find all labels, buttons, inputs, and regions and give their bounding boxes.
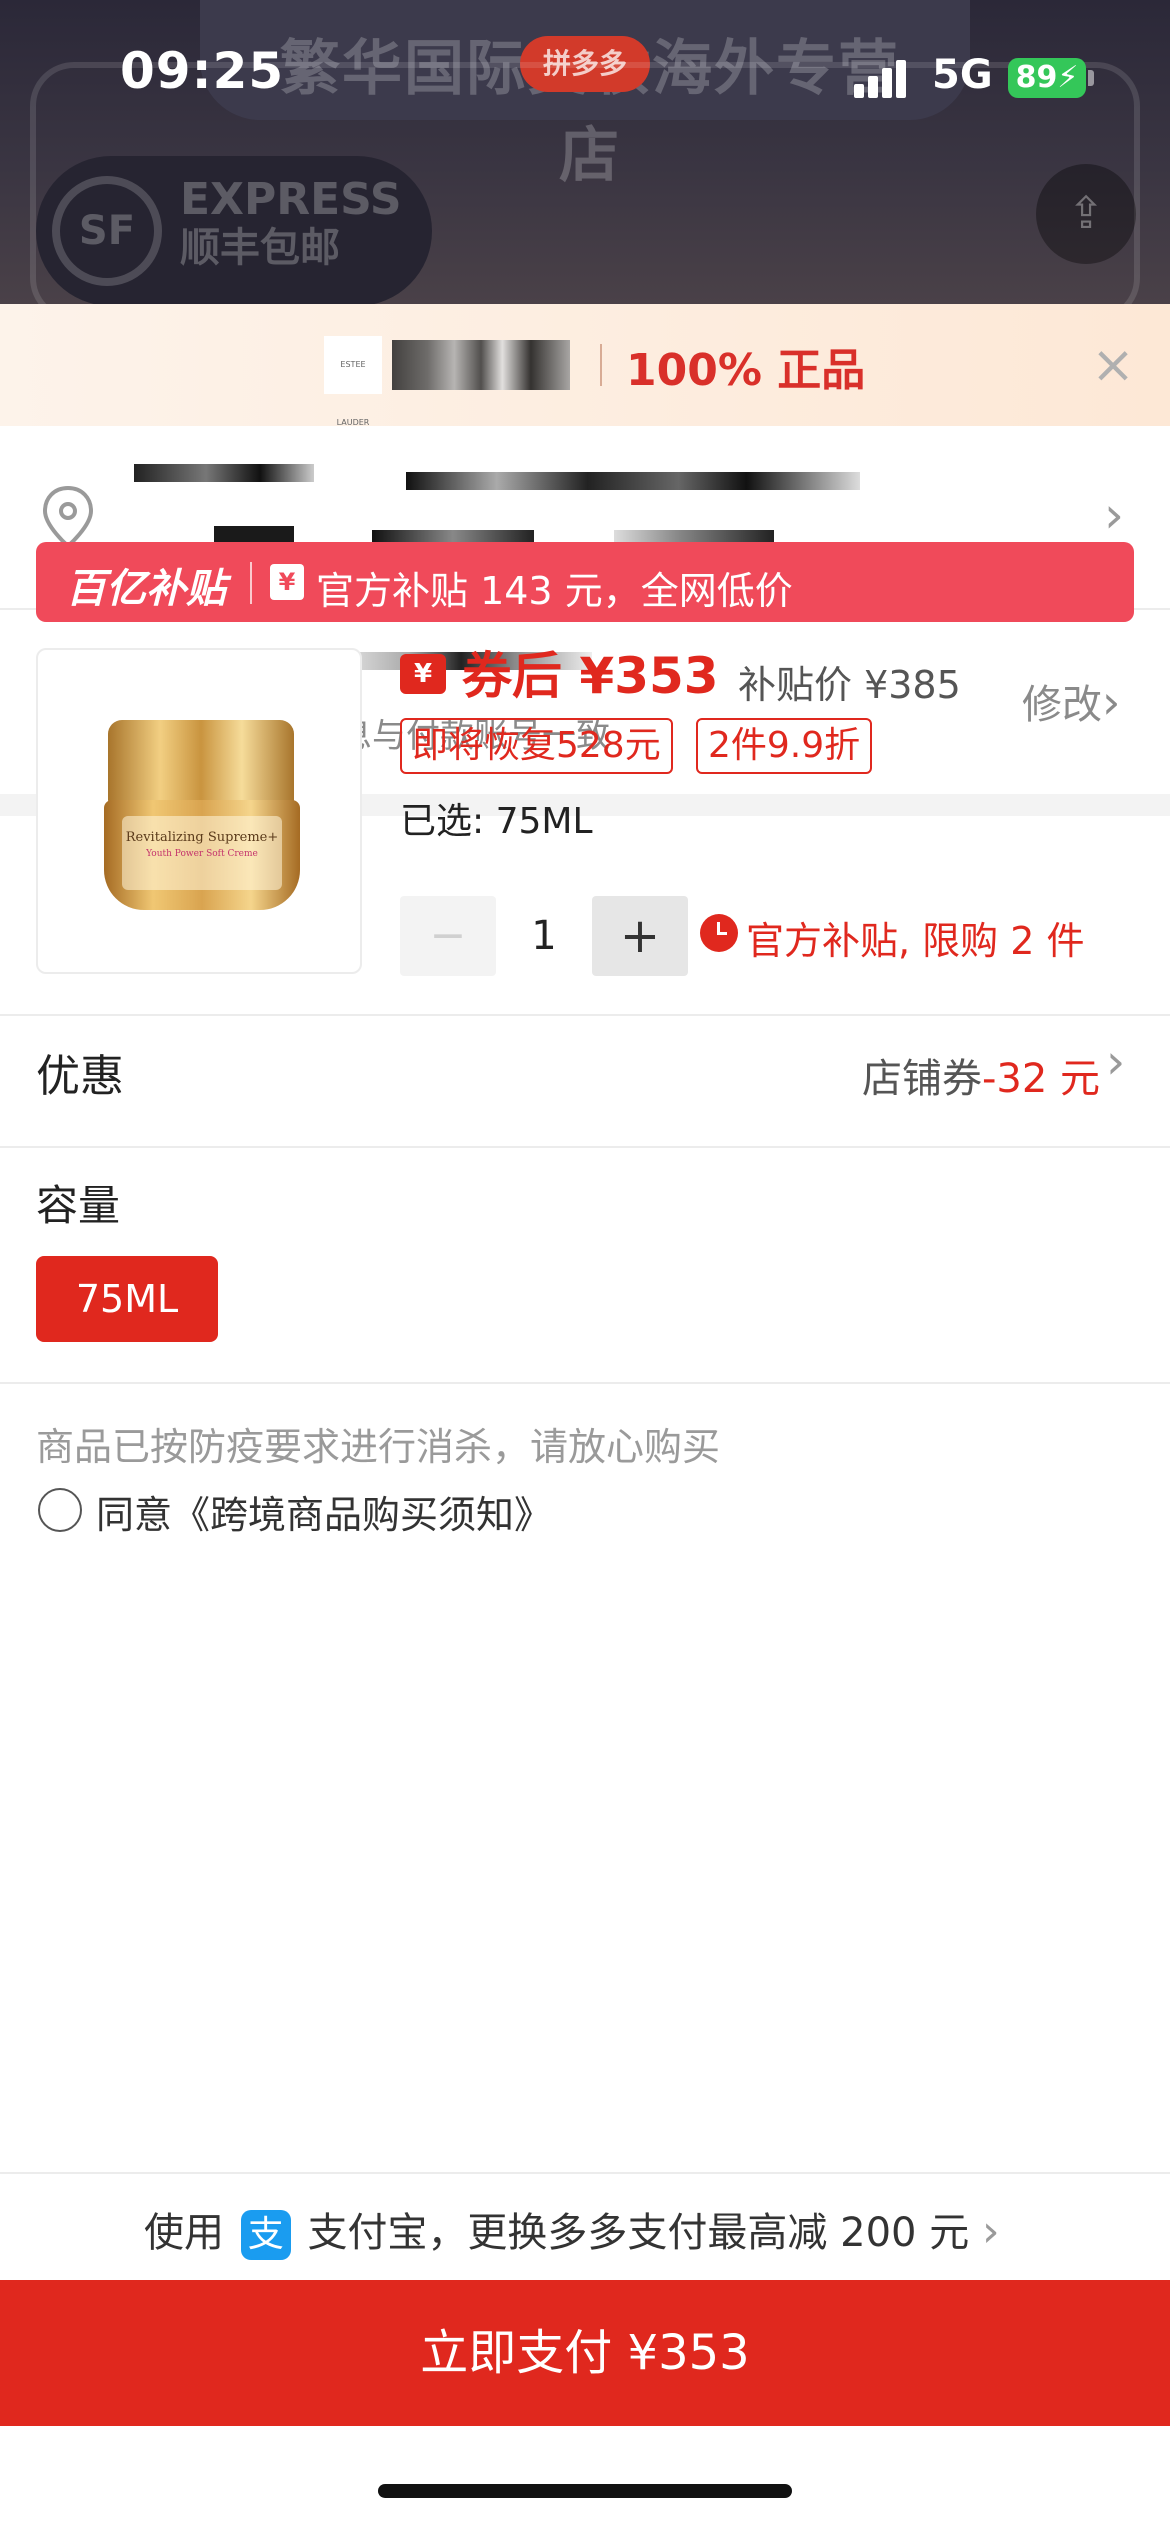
express-text: EXPRESS 顺丰包邮	[180, 176, 402, 272]
divider	[0, 2172, 1170, 2174]
discount-tag: 2件9.9折	[696, 718, 873, 774]
authentic-bar: ESTEE LAUDER 100% 正品 ×	[0, 304, 1170, 427]
subsidy-price: 补贴价 ¥385	[738, 663, 961, 707]
battery-tip	[1088, 70, 1094, 86]
purchase-limit: 官方补贴, 限购 2 件	[746, 919, 1085, 963]
product-image-label: Revitalizing Supreme+ Youth Power Soft C…	[122, 816, 282, 890]
edit-identity-link[interactable]: 修改›	[1022, 672, 1120, 730]
price-after-coupon: 券后 ¥353	[462, 647, 719, 705]
signal-icon	[854, 58, 914, 98]
promo-label: 优惠	[36, 1051, 124, 1102]
quantity-value[interactable]: 1	[496, 896, 592, 976]
subsidy-banner: 百亿补贴 ¥ 官方补贴 143 元，全网低价	[36, 542, 1134, 622]
network-type: 5G	[932, 52, 993, 98]
subsidy-brand: 百亿补贴	[66, 566, 226, 612]
alipay-icon: 支	[240, 2210, 291, 2260]
capacity-option-75ml[interactable]: 75ML	[36, 1256, 218, 1342]
checkout-sheet: ESTEE LAUDER 100% 正品 × › 请确保实名信息与付款账号一致 …	[0, 304, 1170, 2532]
chevron-right-icon: ›	[1106, 1034, 1126, 1090]
chevron-right-icon: ›	[1102, 675, 1121, 729]
home-indicator	[378, 2484, 792, 2498]
close-icon[interactable]: ×	[1090, 339, 1136, 391]
quantity-minus-button[interactable]: −	[400, 896, 496, 976]
restore-price-tag: 即将恢复528元	[400, 718, 673, 774]
promo-row[interactable]: 优惠 店铺券-32 元 ›	[0, 1016, 1170, 1146]
quantity-plus-button[interactable]: +	[592, 896, 688, 976]
brand-name-redacted	[392, 340, 570, 390]
brand-logo: ESTEE LAUDER	[324, 336, 382, 427]
capacity-label: 容量	[36, 1181, 121, 1230]
payment-hint[interactable]: 使用 支 支付宝，更换多多支付最高减 200 元 ›	[144, 2200, 1000, 2260]
status-time: 09:25	[120, 42, 285, 100]
promo-value: 店铺券-32 元	[862, 1046, 1100, 1104]
authentic-label: 100% 正品	[626, 345, 866, 396]
auth-divider	[600, 344, 602, 386]
edit-label: 修改	[1022, 682, 1102, 728]
sf-logo-icon: SF	[52, 176, 162, 286]
address-redacted-1	[134, 464, 314, 482]
location-pin-icon	[42, 485, 94, 549]
product-image[interactable]: Revitalizing Supreme+ Youth Power Soft C…	[36, 648, 362, 974]
coupon-yen-icon: ¥	[270, 564, 304, 600]
clock-icon	[700, 914, 738, 952]
subsidy-separator	[250, 562, 252, 604]
coupon-icon: ¥	[400, 654, 446, 694]
battery-icon: 89⚡	[1008, 58, 1086, 98]
pay-now-button[interactable]: 立即支付 ¥353	[0, 2280, 1170, 2426]
express-line2: 顺丰包邮	[180, 225, 340, 271]
battery-level: 89	[1015, 60, 1058, 95]
agree-radio[interactable]	[38, 1488, 82, 1532]
subsidy-text: 官方补贴 143 元，全网低价	[316, 569, 793, 613]
promo-amount: -32 元	[981, 1056, 1100, 1102]
product-image-subname: Youth Power Soft Creme	[146, 849, 258, 859]
product-image-name: Revitalizing Supreme+	[125, 830, 279, 845]
selected-spec: 已选: 75ML	[400, 801, 593, 842]
chevron-right-icon: ›	[981, 2206, 1000, 2257]
express-line1: EXPRESS	[180, 174, 402, 225]
agree-terms-label[interactable]: 同意《跨境商品购买须知》	[96, 1484, 552, 1539]
payment-hint-text: 支付宝，更换多多支付最高减 200 元	[307, 2210, 970, 2256]
promo-type: 店铺券	[861, 1056, 982, 1102]
share-icon[interactable]: ⇪	[1036, 164, 1136, 264]
divider	[0, 1382, 1170, 1384]
payment-hint-prefix: 使用	[144, 2210, 224, 2256]
divider	[0, 1146, 1170, 1148]
jar-lid	[108, 720, 294, 804]
address-redacted-2	[406, 472, 860, 490]
disinfection-notice: 商品已按防疫要求进行消杀，请放心购买	[36, 1425, 721, 1469]
chevron-right-icon: ›	[1104, 486, 1124, 544]
